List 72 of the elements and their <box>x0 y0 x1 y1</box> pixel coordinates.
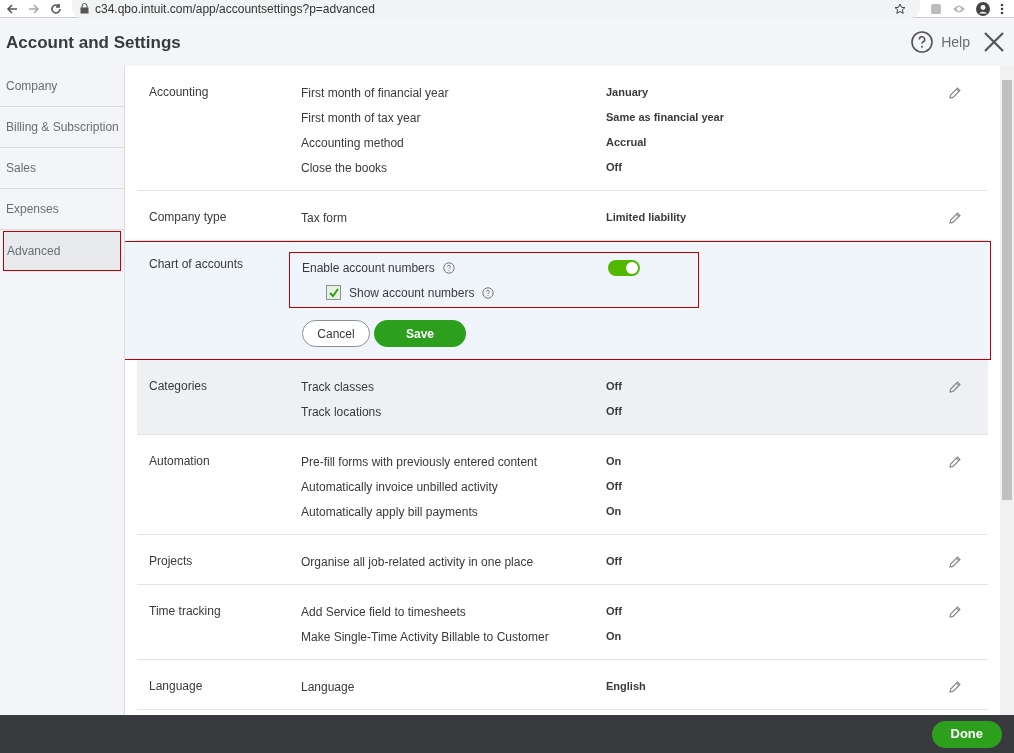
eye-icon[interactable] <box>952 3 966 14</box>
setting-value: Off <box>606 479 622 495</box>
cancel-button[interactable]: Cancel <box>302 320 370 347</box>
setting-value: Off <box>606 160 622 176</box>
setting-value: January <box>606 85 649 101</box>
setting-label: Pre-fill forms with previously entered content <box>301 453 539 471</box>
section-label: Chart of accounts <box>148 256 245 273</box>
setting-value: Accrual <box>606 135 647 151</box>
forward-icon[interactable] <box>28 2 40 15</box>
section-label: Categories <box>149 378 209 395</box>
toggle-switch[interactable] <box>608 259 640 276</box>
menu-icon[interactable] <box>1000 2 1004 15</box>
setting-value: Off <box>606 404 622 420</box>
sidebar-item[interactable]: Billing & Subscription <box>0 107 124 148</box>
help-icon <box>911 31 934 53</box>
pencil-icon[interactable] <box>948 380 962 394</box>
setting-label: Show account numbers <box>349 284 475 302</box>
reload-icon[interactable] <box>50 2 62 15</box>
pencil-icon[interactable] <box>948 86 962 100</box>
url-text: c34.qbo.intuit.com/app/accountsettings?p=advanced <box>95 1 375 16</box>
setting-label: Automatically apply bill payments <box>301 503 479 521</box>
star-icon[interactable] <box>894 2 906 15</box>
checkbox[interactable] <box>326 285 341 300</box>
setting-value: On <box>606 629 622 645</box>
lock-icon <box>80 3 89 14</box>
setting-label: First month of financial year <box>301 84 450 102</box>
sidebar-item[interactable]: Sales <box>0 148 124 189</box>
profile-icon[interactable] <box>976 1 990 16</box>
section-label: Projects <box>149 553 194 570</box>
setting-label: Automatically invoice unbilled activity <box>301 478 499 496</box>
page-title: Account and Settings <box>6 32 181 55</box>
section-label: Accounting <box>149 84 210 101</box>
pencil-icon[interactable] <box>948 605 962 619</box>
setting-value: Same as financial year <box>606 110 724 126</box>
setting-value: Off <box>606 604 622 620</box>
section-label: Automation <box>149 453 211 470</box>
help-button[interactable]: Help <box>911 31 970 53</box>
pencil-icon[interactable] <box>948 455 962 469</box>
sidebar-item[interactable]: Advanced <box>3 231 121 271</box>
setting-label: Close the books <box>301 159 389 177</box>
sidebar-item[interactable]: Company <box>0 66 124 107</box>
setting-label: First month of tax year <box>301 109 422 127</box>
back-icon[interactable] <box>6 2 18 15</box>
setting-value: English <box>606 679 646 695</box>
setting-label: Make Single-Time Activity Billable to Customer <box>301 628 550 646</box>
setting-value: Off <box>606 554 622 570</box>
help-icon[interactable] <box>442 261 455 274</box>
pencil-icon[interactable] <box>948 555 962 569</box>
setting-label: Track classes <box>301 378 375 396</box>
help-icon[interactable] <box>482 286 495 299</box>
setting-label: Add Service field to timesheets <box>301 603 467 621</box>
setting-value: On <box>606 454 622 470</box>
sidebar-item[interactable]: Expenses <box>0 189 124 230</box>
done-button[interactable]: Done <box>931 720 1002 748</box>
setting-label: Organise all job-related activity in one place <box>301 553 535 571</box>
setting-label: Accounting method <box>301 134 405 152</box>
save-button[interactable]: Save <box>374 320 466 347</box>
pencil-icon[interactable] <box>948 680 962 694</box>
setting-value: Off <box>606 379 622 395</box>
section-label: Language <box>149 678 204 695</box>
setting-value: Limited liability <box>606 210 687 226</box>
setting-label: Track locations <box>301 403 383 421</box>
setting-label: Language <box>301 678 356 696</box>
address-bar[interactable]: c34.qbo.intuit.com/app/accountsettings?p=advanced <box>72 0 920 18</box>
setting-label: Tax form <box>301 209 348 227</box>
setting-value: On <box>606 504 622 520</box>
pencil-icon[interactable] <box>948 211 962 225</box>
extension-icon[interactable] <box>930 2 942 15</box>
section-label: Time tracking <box>149 603 222 620</box>
section-label: Company type <box>149 209 228 226</box>
setting-label: Enable account numbers <box>302 259 435 277</box>
close-icon[interactable] <box>984 32 1004 52</box>
